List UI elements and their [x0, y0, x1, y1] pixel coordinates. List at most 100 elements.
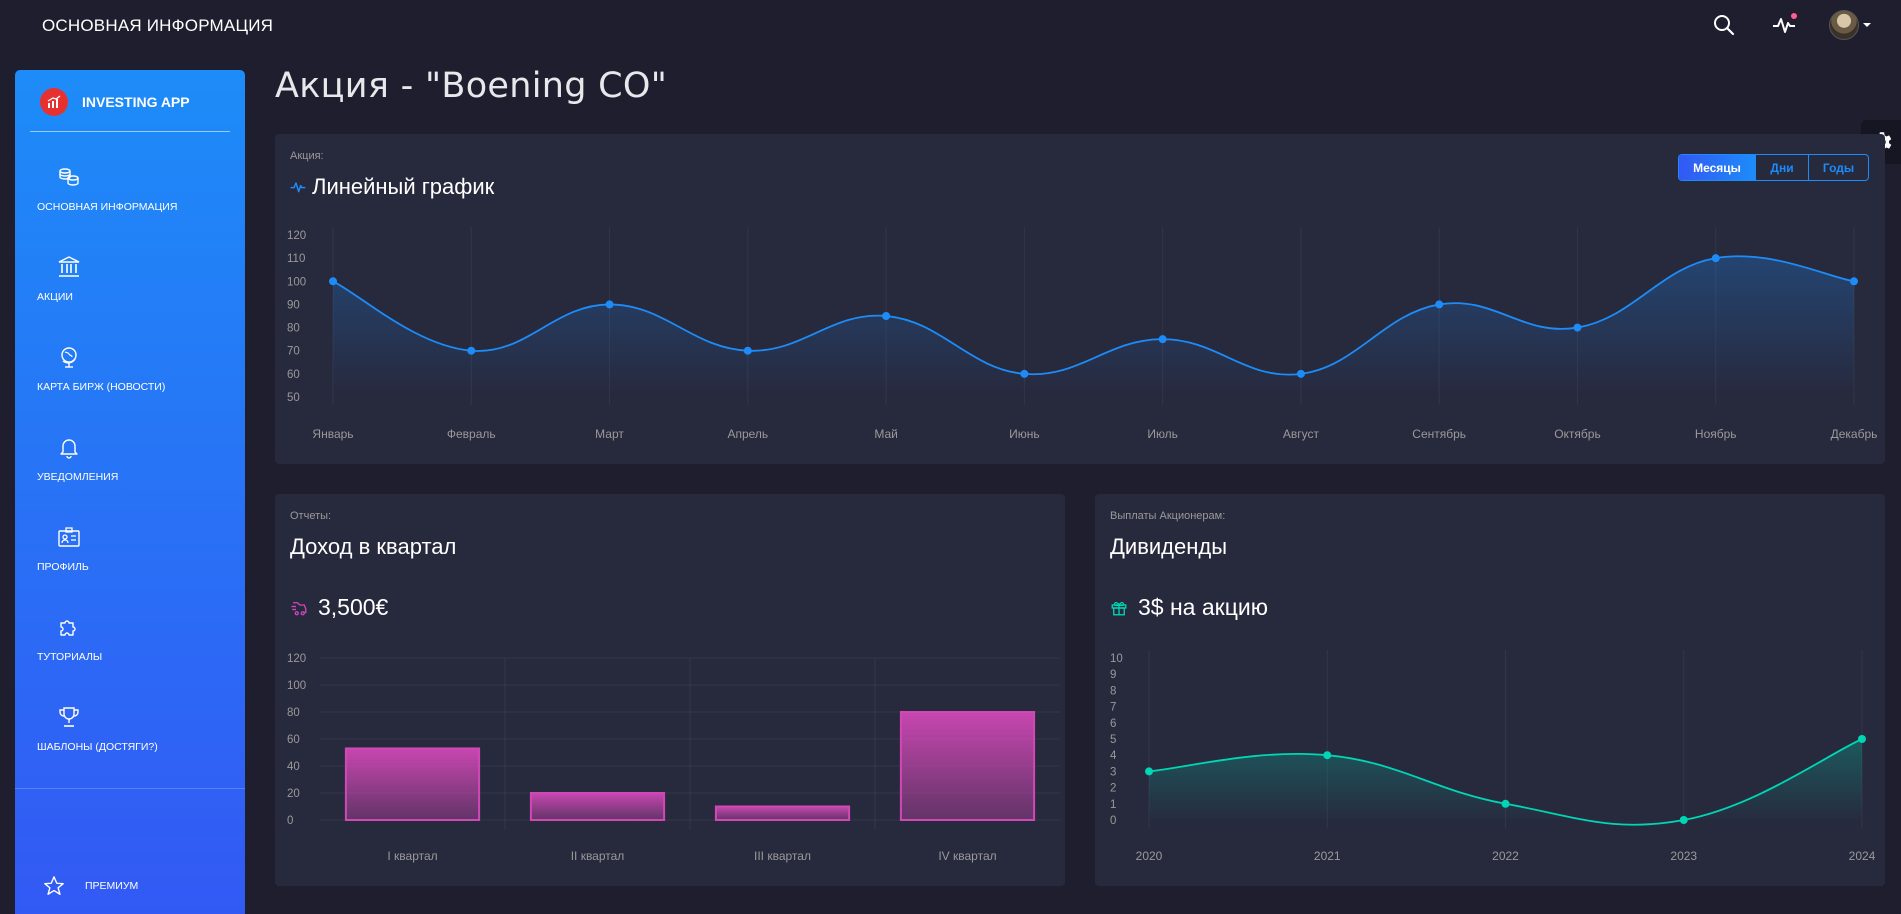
bar [344, 747, 481, 821]
data-point [329, 277, 337, 286]
y-tick-label: 6 [1110, 718, 1116, 730]
bar [899, 711, 1036, 821]
data-point [1711, 254, 1720, 263]
y-tick-label: 90 [287, 299, 300, 311]
trophy-icon [59, 707, 79, 727]
x-tick-label: Октябрь [1554, 427, 1601, 441]
sidebar-item-label: ТУТОРИАЛЫ [37, 651, 103, 663]
data-point [1850, 277, 1858, 286]
y-tick-label: 60 [287, 734, 300, 746]
stock-line-chart: 50 60 70 80 90 100 110 120 Январь Февраль Март Апре… [287, 227, 1878, 441]
data-point [882, 312, 891, 320]
user-menu[interactable] [1829, 10, 1871, 40]
page-title: Акция - "Boening CO" [275, 66, 668, 106]
y-tick-label: 70 [287, 346, 300, 358]
chevron-down-icon[interactable] [1863, 23, 1871, 27]
coins-icon [59, 168, 79, 186]
y-tick-label: 0 [287, 815, 293, 827]
x-tick-label: 2022 [1492, 849, 1519, 863]
y-tick-label: 20 [287, 788, 300, 800]
bank-icon [58, 256, 80, 277]
sidebar-item-label: КАРТА БИРЖ (НОВОСТИ) [37, 381, 166, 393]
data-point [1435, 300, 1444, 309]
x-tick-label: Декабрь [1831, 427, 1878, 441]
y-tick-label: 100 [287, 680, 306, 692]
x-tick-label: 2021 [1314, 849, 1341, 863]
y-tick-label: 120 [287, 653, 306, 665]
x-tick-label: 2024 [1849, 849, 1876, 863]
sidebar-item-exchange-map[interactable]: КАРТА БИРЖ (НОВОСТИ) [37, 345, 227, 407]
sidebar-item-label: УВЕДОМЛЕНИЯ [37, 471, 119, 483]
x-tick-label: 2020 [1136, 849, 1163, 863]
pulse-icon[interactable] [1769, 10, 1799, 40]
sidebar-divider [30, 131, 230, 132]
y-tick-label: 10 [1110, 653, 1123, 665]
x-tick-label: Апрель [727, 427, 768, 441]
stock-chart-card: Акция: Линейный график Месяцы Дни Годы 5… [275, 134, 1885, 464]
sidebar-item-label: ШАБЛОНЫ (ДОСТЯГИ?) [37, 741, 158, 753]
sidebar-item-label: АКЦИИ [37, 291, 73, 303]
navbar-brand-title[interactable]: ОСНОВНАЯ ИНФОРМАЦИЯ [42, 16, 273, 36]
avatar[interactable] [1829, 10, 1859, 40]
x-tick-label: Ноябрь [1695, 427, 1737, 441]
x-tick-label: Февраль [447, 427, 496, 441]
y-tick-label: 120 [287, 230, 306, 242]
search-icon[interactable] [1709, 10, 1739, 40]
x-tick-label: IV квартал [938, 849, 996, 863]
x-tick-label: III квартал [754, 849, 811, 863]
data-point [1158, 335, 1167, 344]
sidebar-item-notifications[interactable]: УВЕДОМЛЕНИЯ [37, 435, 227, 497]
income-bar-chart: 0 20 40 60 80 100 120 I квартал II квартал III кв… [287, 653, 1060, 863]
chart-logo-icon [40, 88, 68, 116]
puzzle-icon [60, 620, 76, 636]
y-tick-label: 1 [1110, 799, 1116, 811]
x-tick-label: Август [1283, 427, 1320, 441]
notification-dot [1791, 13, 1797, 19]
dividends-line-chart: 0 1 2 3 4 5 6 7 8 9 10 2020 2021 2022 2023 2024 [1110, 650, 1876, 863]
bar [529, 792, 666, 821]
star-icon [44, 876, 64, 895]
x-tick-label: Январь [312, 427, 353, 441]
globe-icon [61, 347, 77, 368]
y-tick-label: 9 [1110, 669, 1116, 681]
y-tick-label: 5 [1110, 734, 1116, 746]
sidebar-item-premium[interactable]: ПРЕМИУМ [43, 875, 138, 897]
data-point [1145, 767, 1153, 776]
x-tick-label: II квартал [571, 849, 625, 863]
x-tick-label: Март [595, 427, 624, 441]
x-tick-label: I квартал [387, 849, 437, 863]
sidebar-item-main-info[interactable]: ОСНОВНАЯ ИНФОРМАЦИЯ [37, 165, 227, 227]
x-tick-label: Май [874, 427, 898, 441]
y-tick-label: 60 [287, 369, 300, 381]
sidebar-item-stocks[interactable]: АКЦИИ [37, 255, 227, 317]
x-tick-label: 2023 [1670, 849, 1697, 863]
data-point [1501, 799, 1510, 808]
y-tick-label: 4 [1110, 750, 1117, 762]
data-point [1020, 369, 1029, 378]
x-tick-label: Июнь [1009, 427, 1040, 441]
sidebar-item-tutorials[interactable]: ТУТОРИАЛЫ [37, 615, 227, 677]
y-tick-label: 8 [1110, 685, 1116, 697]
bar [714, 805, 851, 821]
sidebar-premium-label: ПРЕМИУМ [85, 880, 139, 892]
sidebar-item-templates[interactable]: ШАБЛОНЫ (ДОСТЯГИ?) [37, 705, 227, 767]
sidebar-item-label: ОСНОВНАЯ ИНФОРМАЦИЯ [37, 201, 178, 213]
y-tick-label: 3 [1110, 766, 1116, 778]
data-point [467, 346, 476, 355]
x-tick-label: Июль [1147, 427, 1178, 441]
data-point [1573, 323, 1582, 332]
sidebar-logo[interactable]: INVESTING APP [40, 88, 190, 116]
data-point [1323, 751, 1332, 760]
sidebar-item-profile[interactable]: ПРОФИЛЬ [37, 525, 227, 587]
y-tick-label: 80 [287, 707, 300, 719]
data-point [1858, 735, 1866, 743]
income-card: Отчеты: Доход в квартал 3,500€ 0 20 40 60 80… [275, 494, 1065, 886]
x-tick-label: Сентябрь [1412, 427, 1466, 441]
bell-icon [60, 439, 78, 459]
sidebar: INVESTING APP ОСНОВНАЯ ИНФОРМАЦИЯ АКЦИИ … [15, 70, 245, 914]
data-point [605, 300, 614, 309]
navbar-actions [1709, 10, 1871, 40]
y-tick-label: 40 [287, 761, 300, 773]
data-point [1296, 369, 1305, 378]
y-tick-label: 0 [1110, 815, 1116, 827]
